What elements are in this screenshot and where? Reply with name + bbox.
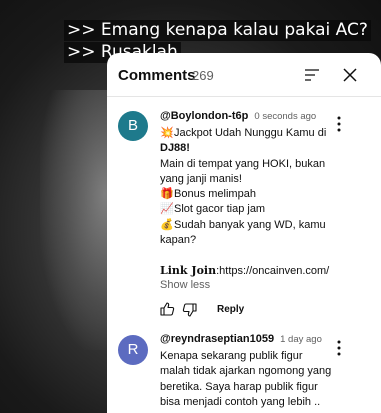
comment-line: 💥Jackpot Udah Nunggu Kamu di [160, 126, 335, 141]
comment-line: Main di tempat yang HOKI, bukan [160, 157, 326, 170]
comment-line: 💰Sudah banyak yang WD, kamu [160, 218, 335, 233]
comment-line: malah tidak ajarkan ngomong yang [160, 365, 332, 378]
close-icon[interactable] [341, 66, 359, 84]
avatar[interactable]: B [118, 111, 148, 141]
comments-title: Comments [118, 67, 196, 84]
comment-line: Kenapa sekarang publik figur [160, 350, 303, 362]
avatar-letter: B [127, 117, 138, 134]
comment-line: 🎁Bonus melimpah [160, 187, 335, 202]
comment-author-line: @reyndraseptian1059 1 day ago [160, 333, 322, 345]
money-bag-icon: 💰 [160, 218, 174, 231]
link-label: Link Join [160, 264, 217, 278]
comment-link-line: Link Join:https://oncainven.com/ [160, 263, 335, 279]
comment-author-line: @Boylondon-t6p 0 seconds ago [160, 110, 316, 122]
comment-line: DJ88! [160, 142, 190, 155]
comment-time[interactable]: 1 day ago [280, 334, 322, 345]
comment-line: bisa menjadi contoh yang lebih .. [160, 395, 321, 408]
comment-line: 📈Slot gacor tiap jam [160, 202, 335, 217]
avatar-letter: R [127, 341, 139, 358]
avatar[interactable]: R [118, 335, 148, 365]
sort-icon[interactable] [304, 67, 320, 83]
comment-time[interactable]: 0 seconds ago [254, 111, 316, 122]
link-url[interactable]: :https://oncainven.com/ [216, 265, 329, 277]
caption-line-1: >> Emang kenapa kalau pakai AC? [64, 20, 371, 41]
comment-author[interactable]: @reyndraseptian1059 [160, 333, 274, 345]
explosion-icon: 💥 [160, 127, 174, 139]
show-less-button[interactable]: Show less [160, 279, 210, 291]
comments-panel: Comments 269 B @Boylondon-t6p 0 seconds … [107, 53, 381, 413]
comment-line: kapan? [160, 234, 197, 247]
chart-icon: 📈 [160, 203, 174, 216]
comments-header: Comments 269 [107, 53, 381, 97]
gift-icon: 🎁 [160, 188, 174, 201]
comment-text: Kenapa sekarang publik figur malah tidak… [160, 349, 335, 410]
comment-text: 💥Jackpot Udah Nunggu Kamu di DJ88! Main … [160, 126, 335, 280]
reply-button[interactable]: Reply [217, 304, 244, 315]
thumbs-down-icon[interactable] [182, 302, 198, 318]
thumbs-up-icon[interactable] [159, 301, 175, 317]
comment-author[interactable]: @Boylondon-t6p [160, 110, 248, 122]
comments-count: 269 [192, 68, 214, 83]
comment-line: beretika. Saya harap publik figur [160, 380, 318, 393]
comment-line: yang janji manis! [160, 172, 242, 185]
